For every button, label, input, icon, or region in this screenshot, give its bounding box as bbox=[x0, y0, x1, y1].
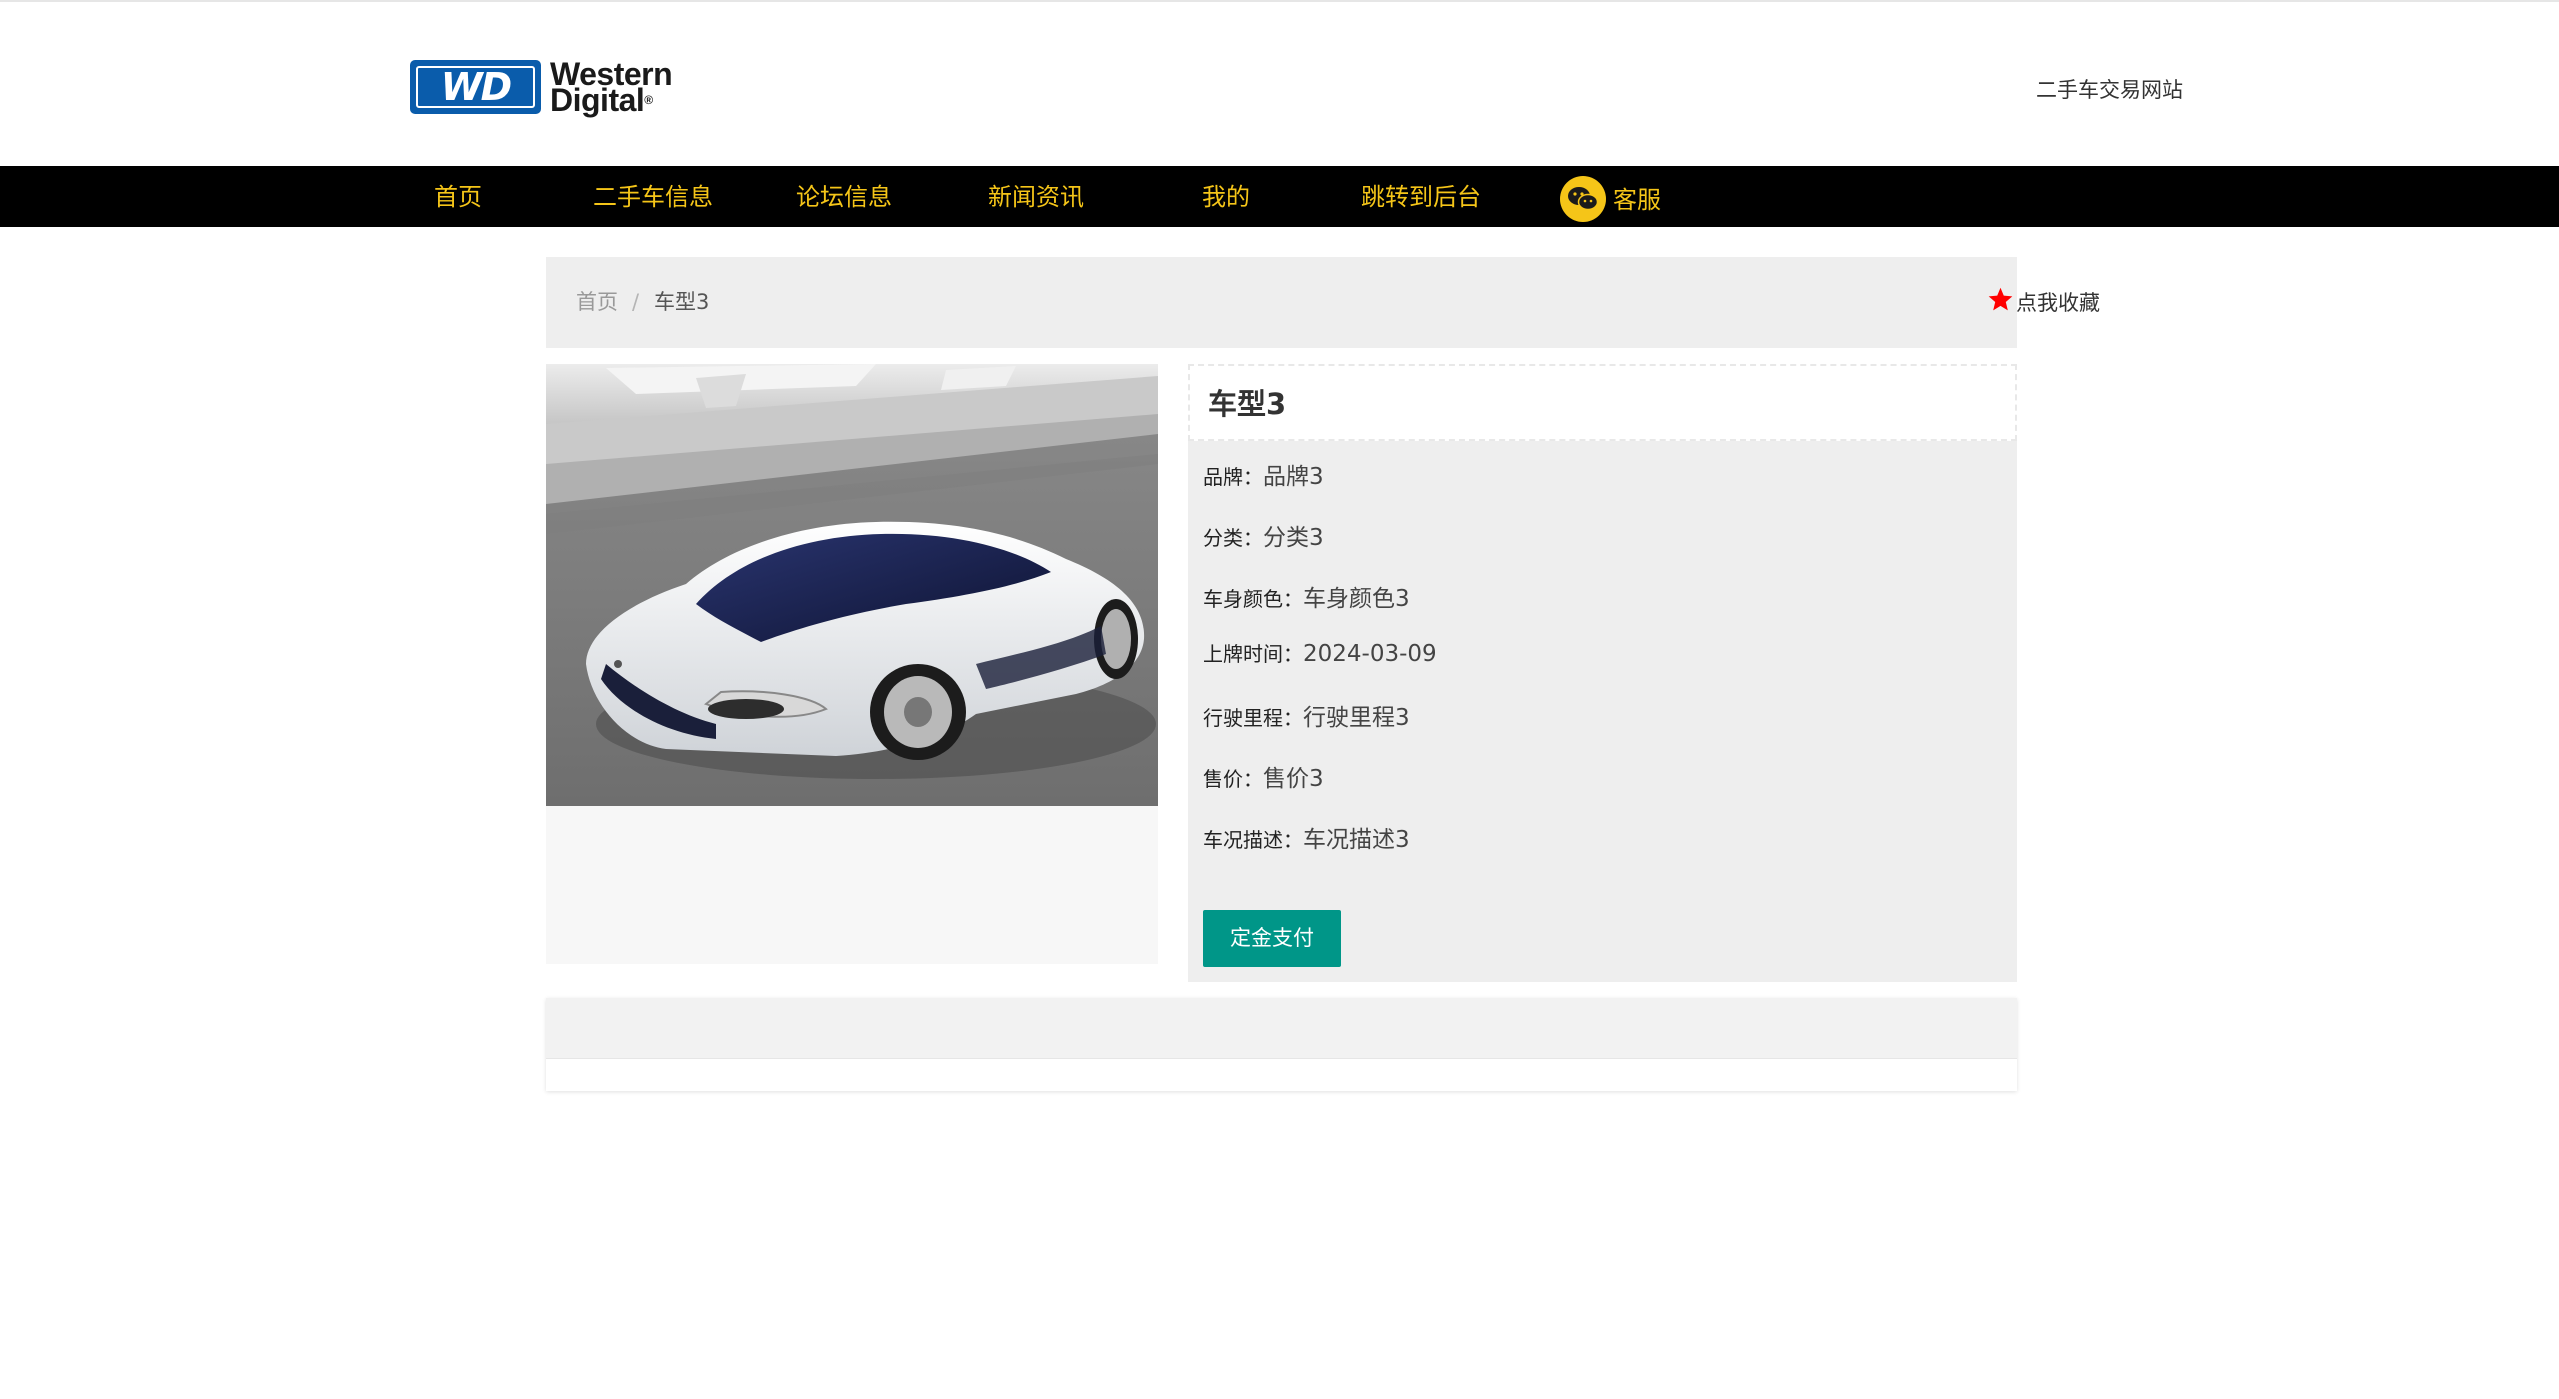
info-row-brand: 品牌：品牌3 bbox=[1203, 457, 1324, 491]
info-key-category: 分类： bbox=[1203, 526, 1263, 550]
car-photo bbox=[546, 364, 1158, 806]
brand-logo[interactable]: WD Western Digital® bbox=[410, 56, 695, 118]
nav-item-admin[interactable]: 跳转到后台 bbox=[1361, 166, 1481, 227]
nav-item-mine[interactable]: 我的 bbox=[1202, 166, 1250, 227]
info-value-color: 车身颜色3 bbox=[1303, 586, 1410, 612]
customer-service-label: 客服 bbox=[1613, 186, 1661, 214]
info-key-mileage: 行驶里程： bbox=[1203, 706, 1303, 730]
favorite-label: 点我收藏 bbox=[2016, 291, 2100, 315]
logo-badge-text: WD bbox=[440, 65, 512, 109]
detail-content-panel bbox=[546, 998, 2017, 1091]
breadcrumb-home[interactable]: 首页 bbox=[576, 290, 618, 314]
info-value-price: 售价3 bbox=[1263, 766, 1324, 792]
wechat-icon bbox=[1560, 176, 1606, 222]
car-title: 车型3 bbox=[1208, 387, 1287, 421]
info-key-price: 售价： bbox=[1203, 767, 1263, 791]
car-image-panel bbox=[546, 364, 1158, 964]
info-row-mileage: 行驶里程：行驶里程3 bbox=[1203, 698, 1410, 732]
info-key-brand: 品牌： bbox=[1203, 465, 1263, 489]
info-key-plate-date: 上牌时间： bbox=[1203, 642, 1303, 666]
info-value-mileage: 行驶里程3 bbox=[1303, 705, 1410, 731]
main-navbar: 首页 二手车信息 论坛信息 新闻资讯 我的 跳转到后台 客服 bbox=[0, 166, 2559, 227]
nav-item-home[interactable]: 首页 bbox=[434, 166, 482, 227]
info-row-color: 车身颜色：车身颜色3 bbox=[1203, 579, 1410, 613]
car-info-panel: 车型3 品牌：品牌3 分类：分类3 车身颜色：车身颜色3 上牌时间：2024-0… bbox=[1188, 364, 2017, 982]
logo-word-digital-text: Digital bbox=[550, 82, 645, 118]
logo-badge: WD bbox=[410, 60, 541, 114]
nav-item-forum[interactable]: 论坛信息 bbox=[796, 166, 892, 227]
car-title-box: 车型3 bbox=[1188, 364, 2017, 441]
breadcrumb-current: 车型3 bbox=[654, 290, 710, 314]
deposit-pay-button[interactable]: 定金支付 bbox=[1203, 910, 1341, 967]
info-key-condition: 车况描述： bbox=[1203, 828, 1303, 852]
nav-item-news[interactable]: 新闻资讯 bbox=[988, 166, 1084, 227]
logo-registered-mark: ® bbox=[644, 93, 653, 107]
info-value-category: 分类3 bbox=[1263, 525, 1324, 551]
breadcrumb: 首页 / 车型3 点我收藏 bbox=[546, 257, 2100, 348]
info-value-brand: 品牌3 bbox=[1263, 464, 1324, 490]
info-row-category: 分类：分类3 bbox=[1203, 518, 1324, 552]
info-row-plate-date: 上牌时间：2024-03-09 bbox=[1203, 638, 1437, 672]
nav-item-used-cars[interactable]: 二手车信息 bbox=[593, 166, 713, 227]
site-title: 二手车交易网站 bbox=[2036, 78, 2183, 102]
info-row-price: 售价：售价3 bbox=[1203, 759, 1324, 793]
star-icon bbox=[1988, 287, 2013, 311]
breadcrumb-separator: / bbox=[632, 290, 640, 314]
info-value-condition: 车况描述3 bbox=[1303, 827, 1410, 853]
logo-word-digital: Digital® bbox=[550, 82, 653, 118]
info-key-color: 车身颜色： bbox=[1203, 587, 1303, 611]
detail-panel-header bbox=[546, 998, 2017, 1059]
info-row-condition: 车况描述：车况描述3 bbox=[1203, 820, 1410, 854]
info-value-plate-date: 2024-03-09 bbox=[1303, 641, 1437, 667]
page-header: WD Western Digital® 二手车交易网站 bbox=[0, 2, 2559, 166]
